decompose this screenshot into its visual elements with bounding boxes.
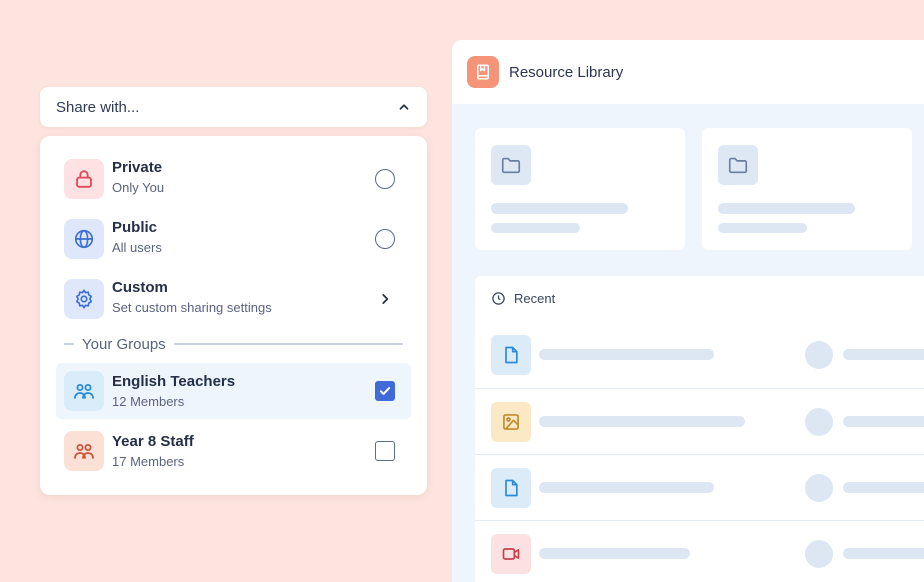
users-icon <box>64 431 104 471</box>
image-icon <box>491 402 531 442</box>
share-option-public[interactable]: Public All users <box>56 213 411 265</box>
option-subtitle: Set custom sharing settings <box>112 300 272 315</box>
resource-library-window: Resource Library Recent <box>452 40 924 582</box>
placeholder-bar <box>843 548 924 559</box>
group-english-teachers[interactable]: English Teachers 12 Members <box>56 363 411 419</box>
recent-file-row[interactable] <box>475 520 924 582</box>
group-members: 17 Members <box>112 454 185 469</box>
users-icon <box>64 371 104 411</box>
placeholder-bar <box>718 223 807 233</box>
option-title: Private <box>112 159 163 176</box>
folder-card[interactable] <box>702 128 912 250</box>
share-with-label: Share with... <box>56 98 140 116</box>
groups-heading-label: Your Groups <box>82 335 166 353</box>
library-title: Resource Library <box>509 63 624 81</box>
clock-icon <box>492 292 505 305</box>
option-title: Public <box>112 219 158 236</box>
public-radio[interactable] <box>375 229 395 249</box>
folder-icon <box>718 145 758 185</box>
placeholder-bar <box>491 203 628 214</box>
english-teachers-checkbox[interactable] <box>375 381 395 401</box>
document-icon <box>491 335 531 375</box>
year-8-staff-checkbox[interactable] <box>375 441 395 461</box>
folder-card[interactable] <box>475 128 685 250</box>
document-icon <box>491 468 531 508</box>
recent-label: Recent <box>514 291 556 306</box>
share-option-custom[interactable]: Custom Set custom sharing settings <box>56 273 411 325</box>
option-subtitle: Only You <box>112 180 165 195</box>
share-with-select[interactable]: Share with... <box>40 87 427 127</box>
folder-icon <box>491 145 531 185</box>
lock-icon <box>64 159 104 199</box>
group-members: 12 Members <box>112 394 185 409</box>
recent-file-row[interactable] <box>475 322 924 388</box>
placeholder-bar <box>539 548 690 559</box>
option-title: Custom <box>112 279 168 296</box>
placeholder-bar <box>539 416 745 427</box>
book-bookmark-icon <box>467 56 499 88</box>
avatar-placeholder <box>805 474 833 502</box>
avatar-placeholder <box>805 408 833 436</box>
recent-file-row[interactable] <box>475 388 924 454</box>
divider <box>64 343 74 345</box>
group-year-8-staff[interactable]: Year 8 Staff 17 Members <box>56 423 411 479</box>
chevron-up-icon <box>399 104 409 110</box>
private-radio[interactable] <box>375 169 395 189</box>
placeholder-bar <box>843 482 924 493</box>
avatar-placeholder <box>805 341 833 369</box>
recent-header: Recent <box>491 291 555 306</box>
placeholder-bar <box>539 349 714 360</box>
globe-icon <box>64 219 104 259</box>
group-title: English Teachers <box>112 373 236 390</box>
placeholder-bar <box>843 416 924 427</box>
gear-icon <box>64 279 104 319</box>
placeholder-bar <box>843 349 924 360</box>
recent-file-row[interactable] <box>475 454 924 520</box>
divider <box>173 343 403 345</box>
group-title: Year 8 Staff <box>112 433 194 450</box>
share-option-private[interactable]: Private Only You <box>56 153 411 205</box>
option-subtitle: All users <box>112 240 162 255</box>
recent-panel: Recent <box>475 276 924 582</box>
library-header: Resource Library <box>452 40 924 104</box>
placeholder-bar <box>539 482 714 493</box>
checkmark-icon <box>379 387 391 395</box>
share-options-menu: Private Only You Public All users Custom… <box>40 136 427 495</box>
placeholder-bar <box>718 203 855 214</box>
avatar-placeholder <box>805 540 833 568</box>
placeholder-bar <box>491 223 580 233</box>
video-icon <box>491 534 531 574</box>
groups-heading: Your Groups <box>64 334 403 354</box>
chevron-right-icon <box>375 289 395 309</box>
